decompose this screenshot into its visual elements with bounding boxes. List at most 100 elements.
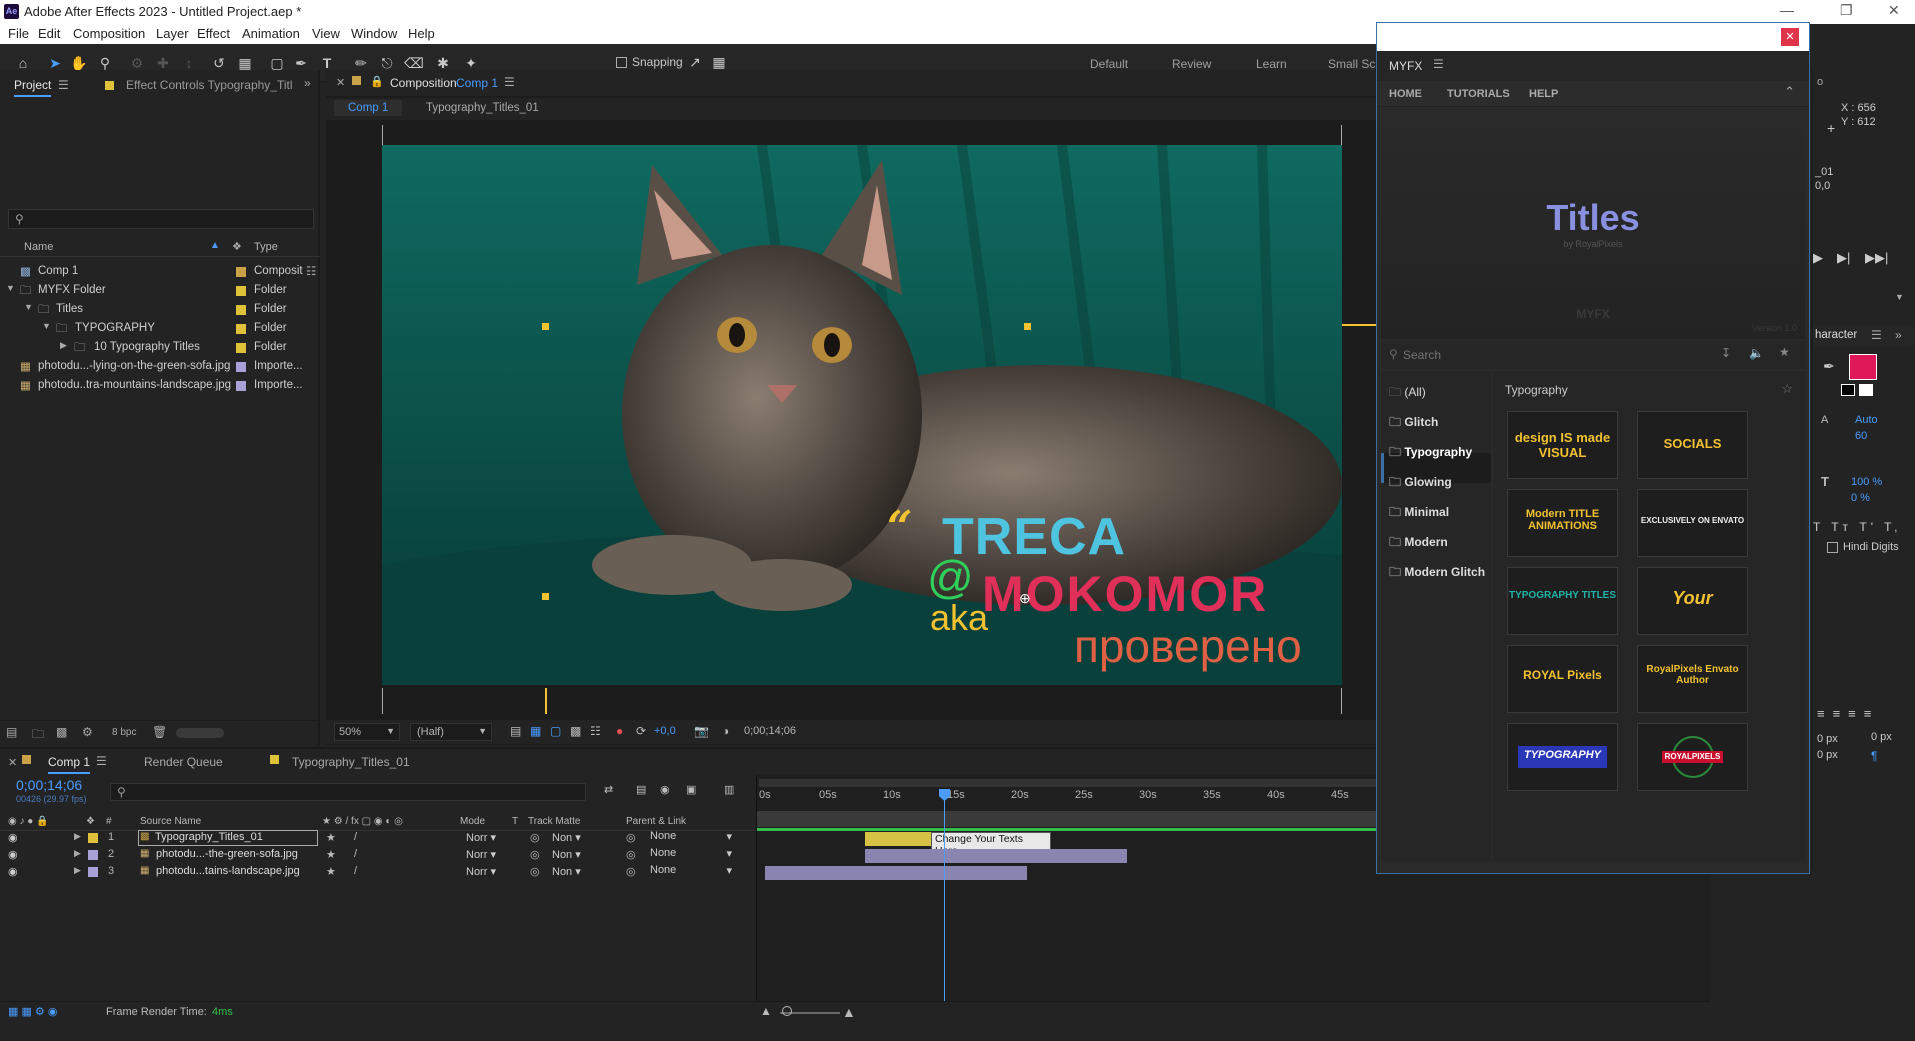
tab-typography-titles[interactable]: Typography_Titles_01 [292,755,410,769]
layer-label-swatch[interactable] [88,850,98,860]
render-toggles-icons[interactable]: ▦ ▦ ⚙ ◉ [8,1005,57,1018]
nav-tutorials[interactable]: TUTORIALS [1447,88,1510,100]
label-swatch[interactable] [236,381,246,391]
col-name[interactable]: Name [24,241,53,253]
parent-dropdown[interactable]: None ▾ [646,864,736,879]
parent-pickwhip-icon[interactable]: ◎ [626,848,636,861]
text-direction-icon[interactable]: ¶ [1871,749,1877,763]
tracking-value[interactable]: 60 [1855,430,1867,442]
disclosure-open-icon[interactable]: ▼ [42,321,51,331]
menu-file[interactable]: File [8,26,29,41]
menu-animation[interactable]: Animation [242,26,300,41]
category-modern[interactable]: 🗀 Modern [1389,533,1448,554]
close-tab-icon[interactable]: ✕ [8,756,17,769]
tab-project[interactable]: Project [14,78,52,97]
reset-exposure-icon[interactable]: ⟳ [636,724,646,738]
graph-editor-icon[interactable]: ▥ [724,783,734,796]
blend-mode-dropdown[interactable]: Norr ▾ [466,865,496,878]
tab-render-queue[interactable]: Render Queue [144,755,223,769]
delete-icon[interactable]: 🗑 [152,725,167,739]
fast-previews-icon[interactable]: ▤ [510,724,521,738]
preset-thumbnail[interactable]: Your [1637,567,1748,635]
import-icon[interactable]: ↧ [1721,346,1731,360]
minimize-icon[interactable]: — [1780,2,1794,18]
myfx-menu-icon[interactable]: ☰ [1433,57,1444,71]
mask-visibility-icon[interactable]: ▢ [550,724,561,738]
myfx-close-icon[interactable]: ✕ [1781,28,1799,46]
indent-value[interactable]: 0 px [1817,733,1838,745]
grid-guides-icon[interactable]: ☷ [590,724,601,738]
last-frame-icon[interactable]: ▶▶| [1865,250,1888,266]
sort-up-icon[interactable]: ▲ [210,240,220,251]
nav-help[interactable]: HELP [1529,88,1558,100]
comp-tab-name[interactable]: Comp 1 [456,76,498,90]
preset-thumbnail[interactable]: TYPOGRAPHY [1507,723,1618,791]
quality-switch-icon[interactable]: / [354,865,357,877]
category-typography[interactable]: 🗀 Typography [1389,443,1472,464]
disclosure-closed-icon[interactable]: ▶ [74,848,81,859]
preset-thumbnail[interactable]: ROYALPIXELS [1637,723,1748,791]
paragraph-align-buttons[interactable]: ≡≡≡≡ [1817,706,1879,721]
resolution-dropdown[interactable]: (Half) ▼ [410,723,492,741]
parent-dropdown[interactable]: None ▾ [646,847,736,862]
layer-row[interactable]: ◉ ▶ 1 Typography_Titles_01 ▩ ★ / Norr ▾ … [0,830,756,847]
thumbnail-slider[interactable] [176,728,224,738]
col-t[interactable]: T [512,816,518,827]
fill-color-swatch[interactable] [1849,354,1877,380]
text-style-buttons[interactable]: T Tт T' T, [1813,520,1901,534]
project-menu-icon[interactable]: ☰ [58,78,69,92]
menu-composition[interactable]: Composition [73,26,145,41]
project-search-input[interactable]: ⚲ [8,209,314,229]
collapse-switch-icon[interactable]: ★ [326,865,336,878]
track-matte-dropdown[interactable]: Non ▾ [552,865,581,878]
col-mode[interactable]: Mode [460,816,485,827]
volume-icon[interactable]: 🔈 [1749,346,1764,360]
layer-bar-landscape[interactable] [765,866,1027,880]
menu-layer[interactable]: Layer [156,26,189,41]
layer-label-swatch[interactable] [88,867,98,877]
snap-edges-icon[interactable]: ↗ [686,53,704,71]
category-glitch[interactable]: 🗀 Glitch [1389,413,1438,434]
parent-pickwhip-icon[interactable]: ◎ [626,831,636,844]
tab-effect-controls[interactable]: Effect Controls Typography_Titl [126,78,293,92]
snap-grid-icon[interactable]: ▦ [710,53,728,71]
matte-pickwhip-icon[interactable]: ◎ [530,831,540,844]
snapshot-icon[interactable]: 📷 [694,724,709,738]
track-matte-dropdown[interactable]: Non ▾ [552,831,581,844]
breadcrumb-typography[interactable]: Typography_Titles_01 [426,102,539,114]
baseline-shift-value[interactable]: 0 % [1851,492,1870,504]
label-swatch[interactable] [236,324,246,334]
comp-menu-icon[interactable]: ☰ [504,75,515,89]
close-window-icon[interactable]: ✕ [1888,2,1900,19]
close-tab-icon[interactable]: ✕ [336,76,345,89]
disclosure-closed-icon[interactable]: ▶ [74,865,81,876]
blend-mode-dropdown[interactable]: Norr ▾ [466,848,496,861]
work-area-bar[interactable] [759,779,1379,787]
label-swatch[interactable] [236,305,246,315]
layer-name[interactable]: photodu...-the-green-sofa.jpg [156,848,298,860]
menu-view[interactable]: View [312,26,340,41]
shy-layers-icon[interactable]: ◉ [660,783,670,796]
category-minimal[interactable]: 🗀 Minimal [1389,503,1449,524]
play-icon[interactable]: ▶ [1813,250,1823,266]
comp-tab-label[interactable]: Composition [390,76,457,90]
layer-bar-typography[interactable]: Change Your Texts Here [865,832,1051,858]
new-folder-icon[interactable]: 🗀 [32,725,44,746]
panel-overflow-icon[interactable]: » [304,76,311,90]
category-all[interactable]: 🗀 (All) [1389,383,1426,404]
character-menu-icon[interactable]: ☰ [1871,328,1882,342]
space-before-value[interactable]: 0 px [1817,749,1838,761]
col-track-matte[interactable]: Track Matte [528,816,580,827]
project-item[interactable]: ▦ photodu...-lying-on-the-green-sofa.jpg… [0,358,320,377]
disclosure-closed-icon[interactable]: ▶ [60,340,67,351]
myfx-search-input[interactable] [1403,345,1703,365]
section-favorite-icon[interactable]: ☆ [1781,381,1793,397]
zoom-slider-handle[interactable] [782,1006,792,1016]
stroke-color-swatch[interactable] [1841,384,1855,396]
timeline-search-input[interactable]: ⚲ [110,783,586,801]
disclosure-open-icon[interactable]: ▼ [24,302,33,312]
transform-handle[interactable] [542,323,549,330]
menu-window[interactable]: Window [351,26,397,41]
color-channels-icon[interactable]: ● [616,724,623,738]
layer-row[interactable]: ◉ ▶ 3 ▦ photodu...tains-landscape.jpg ★ … [0,864,756,881]
